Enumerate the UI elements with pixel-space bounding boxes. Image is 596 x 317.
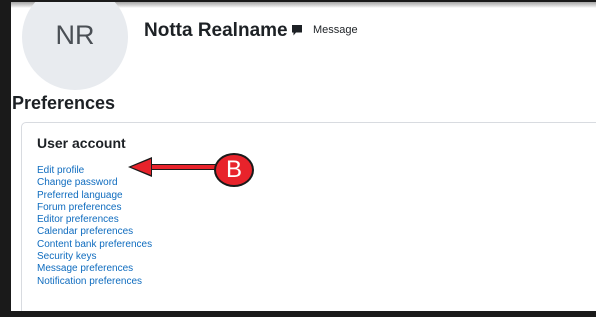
screenshot-frame bbox=[0, 0, 596, 317]
